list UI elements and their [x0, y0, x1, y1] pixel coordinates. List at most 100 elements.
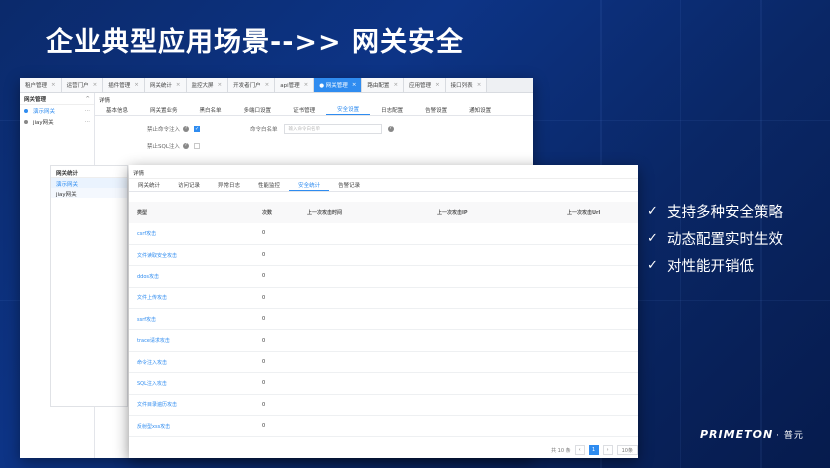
cmd-injection-checkbox[interactable]: ✓ — [194, 125, 201, 132]
col-type: 类型 — [129, 202, 254, 223]
close-icon[interactable]: × — [435, 82, 440, 88]
cmd-whitelist-label: 命令白名单 — [250, 126, 278, 133]
subtab[interactable]: 证书管理 — [282, 104, 326, 115]
gateway-stats-panel: 网关统计 演示网关 jiay网关 — [50, 165, 128, 407]
subtab[interactable]: 黑白名单 — [189, 104, 233, 115]
page-1-button[interactable]: 1 — [588, 445, 599, 455]
tab-3[interactable]: 网关统计 × — [144, 78, 187, 92]
panel-header: 网关统计 — [51, 166, 127, 178]
tab-2[interactable]: 插件管理 × — [103, 78, 145, 92]
subtab[interactable]: 通知设置 — [458, 104, 502, 115]
top-tab-bar: 租户管理 × 运营门户 × 插件管理 × 网关统计 × 监控大屏 × 开发者门户 × api管理 × ● 网… — [20, 78, 533, 93]
primeton-logo: PRIMETON · 普元 — [700, 428, 804, 441]
attack-count: 0 — [254, 415, 299, 438]
slide-title: 企业典型应用场景-->> 网关安全 — [46, 27, 465, 58]
subtab[interactable]: 告警记录 — [329, 179, 369, 191]
attack-count: 0 — [254, 287, 299, 310]
help-icon[interactable]: ? — [387, 125, 394, 132]
status-dot-icon — [24, 119, 28, 124]
tab-10[interactable]: 接口列表 × — [445, 78, 488, 92]
close-icon[interactable]: × — [176, 82, 181, 88]
subtab[interactable]: 网关统计 — [129, 179, 169, 191]
attack-count: 0 — [254, 308, 299, 331]
close-icon[interactable]: × — [265, 82, 270, 88]
attack-type-link[interactable]: 文件上传攻击 — [129, 287, 254, 310]
subtab[interactable]: 网关置业务 — [139, 104, 189, 115]
table-row: 文件上传攻击 0 — [129, 287, 638, 310]
table-row: trace请求攻击 0 — [129, 329, 638, 352]
feature-item: ✓ 动态配置实时生效 — [647, 231, 783, 248]
attack-type-link[interactable]: 文件读取安全攻击 — [129, 244, 254, 267]
attack-count: 0 — [254, 394, 299, 417]
col-last-url: 上一次攻击Url — [559, 202, 638, 223]
table-row: ssrf攻击 0 — [129, 308, 638, 331]
attack-type-link[interactable]: trace请求攻击 — [129, 329, 254, 352]
attack-type-link[interactable]: SQL注入攻击 — [129, 372, 254, 395]
cmd-injection-row: 禁止命令注入 ? ✓ 命令白名单 输入命令白名单 ? — [147, 120, 533, 137]
next-page-button[interactable]: › — [602, 445, 613, 455]
subtab[interactable]: 异常日志 — [209, 179, 249, 191]
close-icon[interactable]: × — [352, 82, 357, 88]
check-icon: ✓ — [647, 204, 658, 219]
panel-item[interactable]: 演示网关 — [51, 178, 127, 188]
stats-tabs: 网关统计 访问记录 异常日志 性能监控 安全统计 告警记录 — [129, 179, 638, 192]
tab-5[interactable]: 开发者门户 × — [228, 78, 276, 92]
sql-injection-row: 禁止SQL注入 ? — [147, 137, 533, 154]
attack-type-link[interactable]: ddos攻击 — [129, 265, 254, 288]
prev-page-button[interactable]: ‹ — [574, 445, 585, 455]
check-icon: ✓ — [647, 231, 658, 246]
panel-item[interactable]: jiay网关 — [51, 188, 127, 198]
table-row: 文件目录遍历攻击 0 — [129, 394, 638, 417]
cmd-whitelist-input[interactable]: 输入命令白名单 — [283, 123, 382, 134]
tab-7[interactable]: ● 网关管理 × — [314, 78, 363, 92]
page-size-select[interactable]: 10条 — [616, 445, 638, 455]
tab-8[interactable]: 路由配置 × — [362, 78, 405, 92]
close-icon[interactable]: × — [477, 82, 482, 88]
close-icon[interactable]: × — [304, 82, 309, 88]
attack-type-link[interactable]: 反射型xss攻击 — [129, 415, 254, 438]
subtab[interactable]: 多端口设置 — [233, 104, 283, 115]
tab-1[interactable]: 运营门户 × — [61, 78, 104, 92]
tab-6[interactable]: api管理 × — [275, 78, 315, 92]
tab-9[interactable]: 应用管理 × — [404, 78, 446, 92]
table-row: ddos攻击 0 — [129, 265, 638, 288]
attack-type-link[interactable]: csrf攻击 — [129, 223, 254, 245]
subtab[interactable]: 安全统计 — [289, 179, 330, 191]
tab-4[interactable]: 监控大屏 × — [186, 78, 229, 92]
security-stats-table: 类型 次数 上一次攻击时间 上一次攻击IP 上一次攻击Url csrf攻击 0 文件… — [129, 202, 638, 438]
tab-0[interactable]: 租户管理 × — [20, 78, 62, 92]
col-last-time: 上一次攻击时间 — [299, 202, 429, 223]
close-icon[interactable]: × — [218, 82, 223, 88]
attack-type-link[interactable]: 文件目录遍历攻击 — [129, 394, 254, 417]
sidebar-item[interactable]: 演示网关 ··· — [20, 105, 94, 116]
attack-count: 0 — [254, 223, 299, 245]
subtab[interactable]: 基本信息 — [95, 104, 139, 115]
table-row: 反射型xss攻击 0 — [129, 415, 638, 438]
close-icon[interactable]: × — [93, 82, 98, 88]
help-icon[interactable]: ? — [183, 125, 190, 132]
col-count: 次数 — [254, 202, 299, 223]
attack-count: 0 — [254, 265, 299, 288]
close-icon[interactable]: × — [134, 82, 139, 88]
sql-injection-checkbox[interactable] — [193, 142, 200, 149]
sidebar-item[interactable]: jiay网关 ··· — [20, 116, 94, 127]
help-icon[interactable]: ? — [182, 142, 189, 149]
attack-type-link[interactable]: ssrf攻击 — [129, 308, 254, 331]
col-last-ip: 上一次攻击IP — [429, 202, 559, 223]
subtab[interactable]: 告警设置 — [414, 104, 458, 115]
collapse-icon[interactable]: ^ — [85, 96, 90, 102]
close-icon[interactable]: × — [51, 82, 56, 88]
more-icon[interactable]: ··· — [85, 108, 90, 114]
feature-item: ✓ 对性能开销低 — [647, 258, 754, 275]
subtab[interactable]: 日志配置 — [370, 104, 414, 115]
more-icon[interactable]: ··· — [85, 119, 90, 125]
attack-count: 0 — [254, 351, 299, 374]
subtab[interactable]: 安全设置 — [326, 104, 371, 115]
subtab[interactable]: 性能监控 — [249, 179, 289, 191]
sidebar-header: 网关管理 ^ — [20, 93, 94, 105]
subtab[interactable]: 访问记录 — [169, 179, 209, 191]
breadcrumb: 详情 — [129, 165, 638, 179]
close-icon[interactable]: × — [393, 82, 398, 88]
attack-type-link[interactable]: 命令注入攻击 — [129, 351, 254, 374]
pagination: 共 10 条 ‹ 1 › 10条 — [551, 445, 638, 455]
